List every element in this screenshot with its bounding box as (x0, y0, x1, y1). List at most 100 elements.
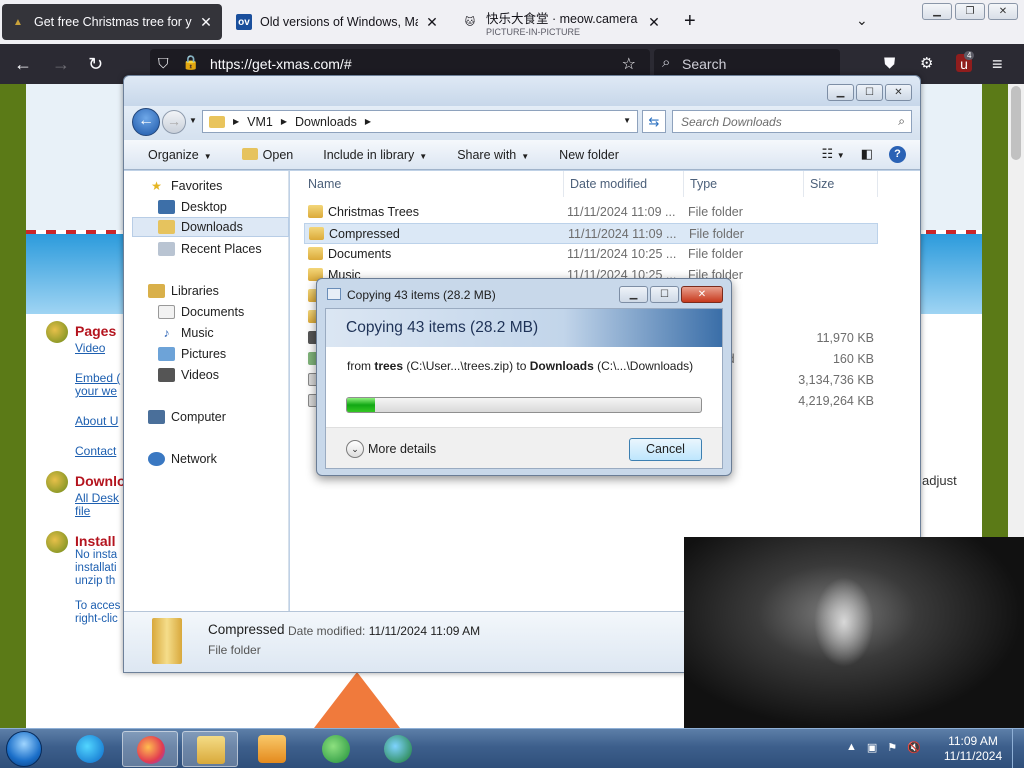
tab-meow-camera[interactable]: 🐱 快乐大食堂 · meow.camera PICTURE-IN-PICTURE… (454, 4, 670, 40)
link[interactable]: file (75, 504, 125, 518)
breadcrumb-downloads[interactable]: Downloads (295, 115, 357, 129)
shield-icon[interactable]: ⛉ (158, 55, 169, 72)
nav-documents[interactable]: Documents (158, 302, 244, 322)
nav-videos[interactable]: Videos (158, 365, 219, 385)
bookmark-star-icon[interactable]: ☆ (622, 54, 636, 74)
nav-network[interactable]: Network (148, 449, 217, 469)
lock-icon[interactable]: 🔒 (182, 54, 199, 71)
nav-computer[interactable]: Computer (148, 407, 226, 427)
dialog-title-bar[interactable]: Copying 43 items (28.2 MB) ▁ ☐ ✕ (317, 279, 731, 309)
taskbar-app[interactable] (308, 731, 364, 767)
show-desktop-button[interactable] (1012, 729, 1024, 768)
minimize-icon[interactable]: ▁ (922, 3, 952, 20)
link[interactable]: your we (75, 384, 125, 398)
open-button[interactable]: Open (241, 147, 293, 162)
refresh-button[interactable]: ⇆ (642, 110, 666, 133)
link[interactable]: About U (75, 414, 125, 428)
cancel-button[interactable]: Cancel (629, 438, 702, 461)
documents-icon (158, 305, 175, 319)
maximize-icon[interactable]: ☐ (856, 84, 883, 101)
tab-old-versions[interactable]: ov Old versions of Windows, Mac ✕ (228, 4, 448, 40)
breadcrumb-vm1[interactable]: VM1 (247, 115, 273, 129)
organize-button[interactable]: Organize ▼ (148, 148, 212, 162)
share-with-button[interactable]: Share with ▼ (457, 148, 529, 162)
folder-icon (209, 115, 225, 128)
start-button[interactable] (6, 731, 42, 767)
address-breadcrumb[interactable]: ▶ VM1 ▶ Downloads ▶ ▼ (202, 110, 638, 133)
tab-christmas-tree[interactable]: ▲ Get free Christmas tree for your ✕ (2, 4, 222, 40)
taskbar-media-player[interactable] (244, 731, 300, 767)
restore-icon[interactable]: ❐ (955, 3, 985, 20)
column-header-date[interactable]: Date modified (564, 171, 684, 197)
tab-subtitle: PICTURE-IN-PICTURE (486, 26, 580, 37)
preview-pane-icon[interactable]: ◧ (861, 146, 873, 163)
chevron-right-icon[interactable]: ▶ (281, 117, 287, 126)
include-in-library-button[interactable]: Include in library ▼ (323, 148, 427, 162)
taskbar-explorer[interactable] (182, 731, 238, 767)
file-row[interactable]: Documents 11/11/2024 10:25 ... File folder (304, 244, 878, 265)
pocket-icon[interactable]: ⛊ (884, 54, 895, 74)
action-center-icon[interactable]: ⚑ (887, 741, 897, 754)
chevron-right-icon[interactable]: ▶ (233, 117, 239, 126)
reload-icon[interactable]: ↻ (88, 54, 103, 74)
show-hidden-icons-icon[interactable]: ▲ (846, 741, 857, 754)
nav-music[interactable]: ♪ Music (158, 323, 214, 343)
nav-recent-places[interactable]: Recent Places (158, 239, 262, 259)
list-all-tabs-icon[interactable]: ⌄ (856, 12, 868, 29)
chevron-right-icon[interactable]: ▶ (365, 117, 371, 126)
column-header-type[interactable]: Type (684, 171, 804, 197)
file-row[interactable]: Christmas Trees 11/11/2024 11:09 ... File … (304, 202, 878, 223)
new-folder-button[interactable]: New folder (559, 148, 619, 162)
more-details-toggle[interactable]: ⌄ More details (346, 440, 436, 458)
file-row-selected[interactable]: Compressed 11/11/2024 11:09 ... File folde… (304, 223, 878, 244)
recent-pages-icon[interactable]: ▼ (189, 116, 197, 125)
forward-button[interactable]: → (162, 110, 186, 134)
scrollbar-thumb[interactable] (1011, 86, 1021, 160)
nav-favorites[interactable]: ★ Favorites (148, 176, 222, 196)
music-icon: ♪ (163, 326, 170, 340)
link[interactable]: All Desk (75, 491, 125, 505)
taskbar-download-manager[interactable] (370, 731, 426, 767)
search-downloads-input[interactable]: Search Downloads ⌕ (672, 110, 912, 133)
nav-pictures[interactable]: Pictures (158, 344, 226, 364)
taskbar-clock[interactable]: 11:09 AM 11/11/2024 (940, 734, 1006, 764)
nav-desktop[interactable]: Desktop (158, 197, 227, 217)
close-tab-icon[interactable]: ✕ (198, 14, 214, 31)
column-header-size[interactable]: Size (804, 171, 878, 197)
taskbar-firefox[interactable] (122, 731, 178, 767)
network-tray-icon[interactable]: ▣ (867, 741, 877, 754)
link[interactable]: Embed ( (75, 371, 125, 385)
close-icon[interactable]: ✕ (988, 3, 1018, 20)
address-dropdown-icon[interactable]: ▼ (623, 116, 631, 125)
maximize-icon[interactable]: ☐ (650, 286, 679, 303)
close-icon[interactable]: ✕ (885, 84, 912, 101)
tab-title: 快乐大食堂 · meow.camera (486, 11, 638, 26)
source-link[interactable]: trees (374, 359, 403, 373)
view-options-icon[interactable]: ☷ ▼ (822, 146, 845, 163)
close-icon[interactable]: ✕ (681, 286, 723, 303)
minimize-icon[interactable]: ▁ (827, 84, 854, 101)
volume-muted-icon[interactable]: 🔇 (907, 741, 921, 754)
minimize-icon[interactable]: ▁ (619, 286, 648, 303)
destination-link[interactable]: Downloads (530, 359, 594, 373)
nav-downloads[interactable]: Downloads (132, 217, 289, 237)
column-header-name[interactable]: Name (302, 171, 564, 197)
vm-window-controls: ▁ ❐ ✕ (922, 3, 1018, 20)
link[interactable]: Video (75, 341, 105, 355)
extensions-icon[interactable]: ⚙ (920, 54, 933, 74)
forward-icon[interactable]: → (52, 54, 70, 74)
close-tab-icon[interactable]: ✕ (424, 14, 440, 31)
link[interactable]: Contact (75, 444, 125, 458)
details-type: File folder (208, 643, 261, 657)
picture-in-picture-video[interactable] (684, 537, 1024, 728)
menu-hamburger-icon[interactable]: ≡ (992, 54, 1003, 74)
new-tab-icon[interactable]: + (684, 10, 696, 33)
nav-libraries[interactable]: Libraries (148, 281, 219, 301)
close-tab-icon[interactable]: ✕ (646, 14, 662, 31)
back-icon[interactable]: ← (14, 54, 32, 74)
back-button[interactable]: ← (132, 108, 160, 136)
desktop-icon (158, 200, 175, 214)
help-icon[interactable]: ? (889, 146, 906, 163)
taskbar-edge[interactable] (62, 731, 118, 767)
explorer-title-bar[interactable]: ▁ ☐ ✕ (124, 76, 920, 106)
